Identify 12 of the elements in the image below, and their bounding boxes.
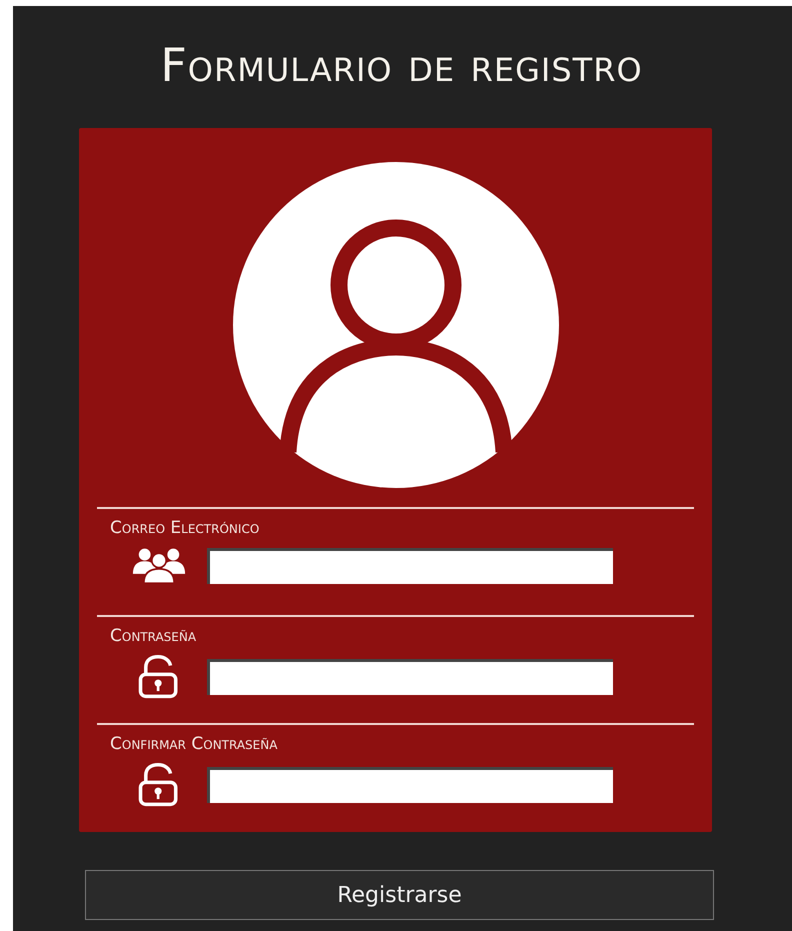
unlocked-padlock-icon (136, 655, 180, 699)
input-field[interactable] (207, 659, 613, 695)
field-label: Correo Electrónico (110, 517, 260, 540)
input-field[interactable] (207, 767, 613, 803)
form-title: Formulario de registro (160, 37, 643, 94)
field-label: Contraseña (110, 625, 196, 648)
register-button[interactable]: Registrarse (85, 870, 714, 920)
unlocked-padlock-icon (136, 763, 180, 807)
user-avatar-icon (232, 162, 558, 488)
input-field[interactable] (207, 548, 613, 584)
field-label: Confirmar Contraseña (110, 733, 278, 756)
users-icon (132, 547, 186, 584)
